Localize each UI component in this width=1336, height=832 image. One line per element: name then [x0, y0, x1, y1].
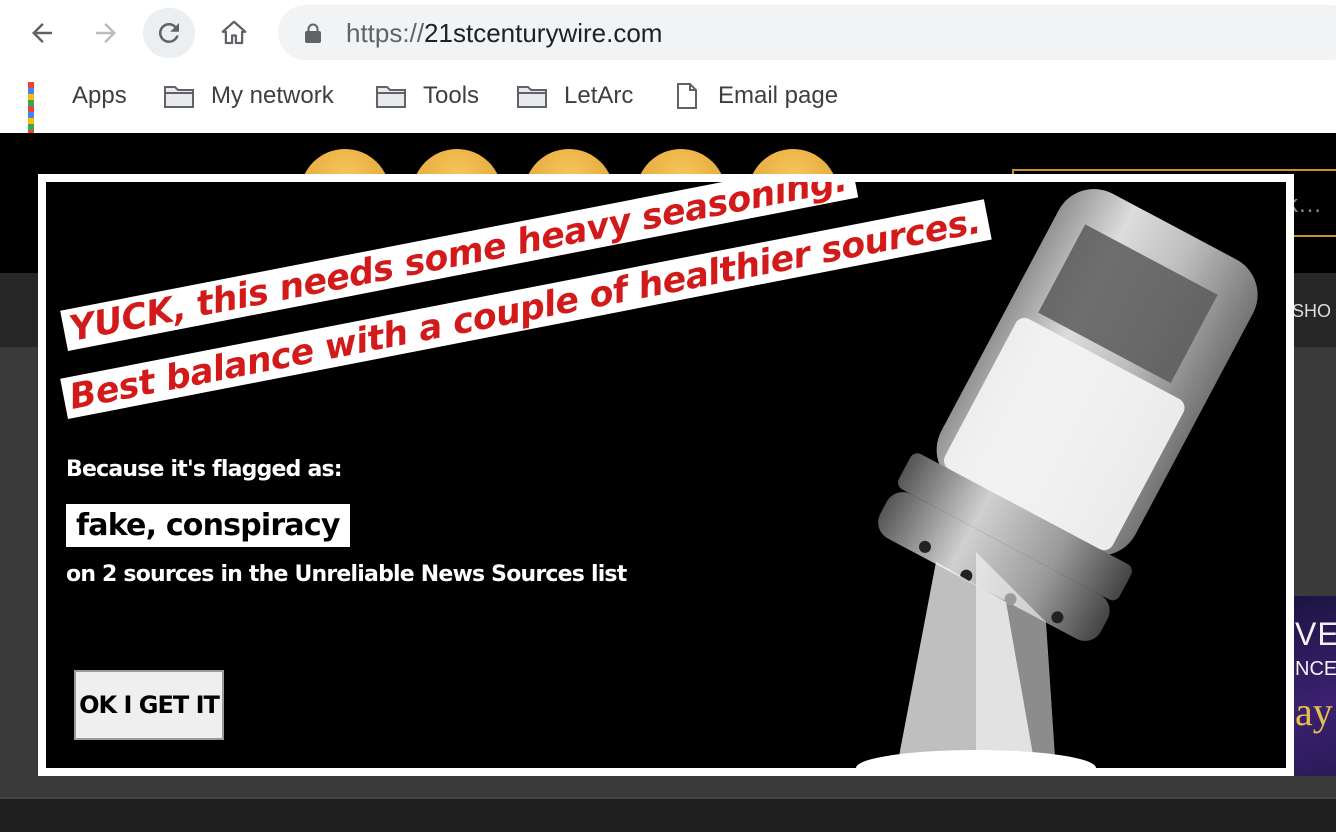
thumbnail-text: ay	[1295, 689, 1333, 734]
back-arrow-icon	[32, 23, 52, 43]
bookmark-label: Tools	[423, 82, 480, 109]
thumbnail-text: NCE	[1295, 658, 1336, 680]
forward-arrow-icon	[96, 23, 116, 43]
bookmark-tools[interactable]: Tools	[375, 80, 479, 112]
folder-icon	[517, 86, 547, 108]
thumbnail-text: VE	[1295, 616, 1336, 652]
site-nav-item[interactable]: SHO	[1292, 301, 1331, 322]
bookmark-label: Apps	[72, 82, 127, 109]
flag-labels-badge: fake, conspiracy	[66, 504, 350, 547]
flag-intro-text: Because it's flagged as:	[66, 457, 343, 482]
salt-shaker-illustration	[856, 189, 1258, 768]
bookmark-label: Email page	[718, 82, 839, 109]
home-icon	[221, 20, 247, 45]
warning-modal-frame: YUCK, this needs some heavy seasoning. B…	[38, 174, 1294, 776]
apps-grid-icon	[28, 82, 56, 136]
bookmark-label: LetArc	[564, 82, 634, 109]
site-thumbnail[interactable]: VE NCE ay	[1293, 596, 1336, 776]
url-text: https://21stcenturywire.com	[346, 18, 662, 49]
folder-icon	[164, 86, 194, 108]
flag-sources-text: on 2 sources in the Unreliable News Sour…	[66, 562, 627, 587]
folder-icon	[376, 86, 406, 108]
page-icon	[677, 83, 697, 109]
bookmark-apps[interactable]: Apps	[28, 80, 127, 136]
url-scheme: https://	[346, 18, 425, 48]
bookmarks-bar: Apps My network Tools LetArc Email page	[0, 72, 1336, 136]
reload-button[interactable]	[143, 8, 195, 58]
browser-chrome: https://21stcenturywire.com Apps My netw…	[0, 0, 1336, 136]
forward-button[interactable]	[80, 8, 132, 58]
warning-modal: YUCK, this needs some heavy seasoning. B…	[46, 182, 1286, 768]
bookmark-email-page[interactable]: Email page	[676, 80, 838, 112]
bookmark-my-network[interactable]: My network	[163, 80, 334, 112]
site-footer	[0, 797, 1336, 832]
url-host: 21stcenturywire.com	[424, 18, 663, 48]
home-button[interactable]	[208, 8, 260, 58]
lock-icon	[305, 23, 321, 43]
bookmark-letarc[interactable]: LetArc	[516, 80, 633, 112]
address-bar[interactable]: https://21stcenturywire.com	[278, 5, 1336, 60]
back-button[interactable]	[16, 8, 68, 58]
reload-icon	[158, 22, 179, 43]
bookmark-label: My network	[211, 82, 334, 109]
ok-i-get-it-button[interactable]: OK I GET IT	[74, 670, 224, 740]
